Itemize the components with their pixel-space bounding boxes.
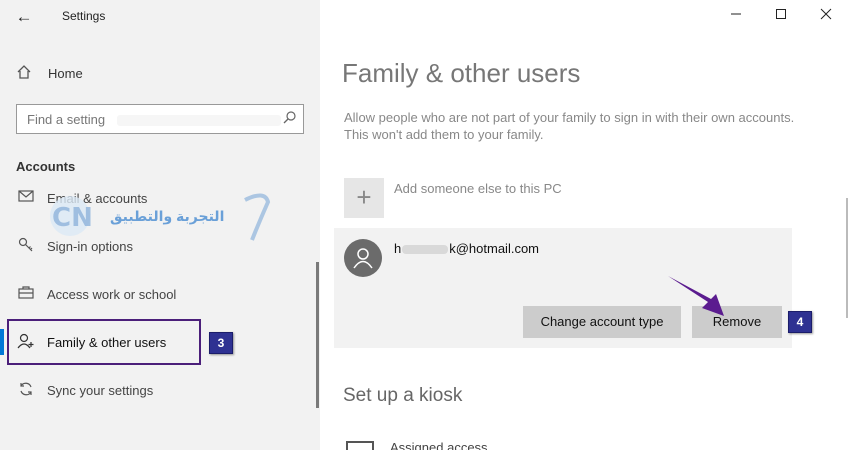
search-placeholder: Find a setting [27,112,106,127]
selected-indicator [0,329,4,355]
svg-text:CN: CN [52,203,93,233]
sidebar-item-access-work[interactable]: Access work or school [12,280,302,310]
annotation-highlight-box [7,319,201,365]
plus-icon: + [344,178,384,218]
briefcase-icon [16,285,36,305]
kiosk-icon [346,441,374,450]
page-title: Family & other users [342,58,581,88]
sidebar-item-label: Sign-in options [47,239,133,254]
avatar [344,239,382,277]
assigned-access-label: Assigned access [390,440,488,450]
search-redaction [117,115,281,126]
kiosk-section-header: Set up a kiosk [343,385,463,406]
sidebar-scrollbar[interactable] [316,262,319,408]
maximize-button[interactable] [761,4,801,28]
step-badge-4: 4 [788,311,812,333]
person-icon [353,248,373,269]
page-description: Allow people who are not part of your fa… [344,110,795,142]
step-badge-3: 3 [209,332,233,354]
email-icon [16,189,36,209]
close-button[interactable] [806,4,846,28]
back-button[interactable]: ← [12,6,36,28]
sidebar: ← Settings Home Find a setting Accounts … [0,0,320,450]
minimize-icon [731,13,741,15]
email-prefix: h [394,241,402,256]
user-email: h k@hotmail.com [394,241,539,256]
key-icon [16,237,36,257]
watermark-text: التجربة والتطبيق [110,208,225,224]
sidebar-item-label: Sync your settings [47,383,154,398]
sidebar-item-label: Access work or school [47,287,177,302]
close-icon [820,8,832,20]
nav-home[interactable]: Home [12,62,302,86]
content-scrollbar[interactable] [846,198,848,318]
email-redaction [402,245,449,255]
annotation-arrow-icon [668,276,724,316]
search-input[interactable]: Find a setting [16,104,304,134]
title-bar: ← Settings [0,0,320,34]
home-label: Home [48,66,83,81]
app-title: Settings [62,9,106,23]
email-suffix: k@hotmail.com [449,241,540,256]
sidebar-item-sync-settings[interactable]: Sync your settings [12,376,302,406]
add-someone-label: Add someone else to this PC [394,181,562,196]
sync-icon [16,381,36,401]
assigned-access-button[interactable]: Assigned access [344,435,594,450]
change-account-type-button[interactable]: Change account type [523,306,681,338]
section-header-accounts: Accounts [16,159,76,174]
search-icon [283,110,297,127]
add-someone-button[interactable]: + Add someone else to this PC [344,178,744,218]
maximize-icon [776,9,786,19]
sidebar-item-sign-in-options[interactable]: Sign-in options [12,232,302,262]
home-icon [16,64,32,84]
minimize-button[interactable] [716,4,756,28]
